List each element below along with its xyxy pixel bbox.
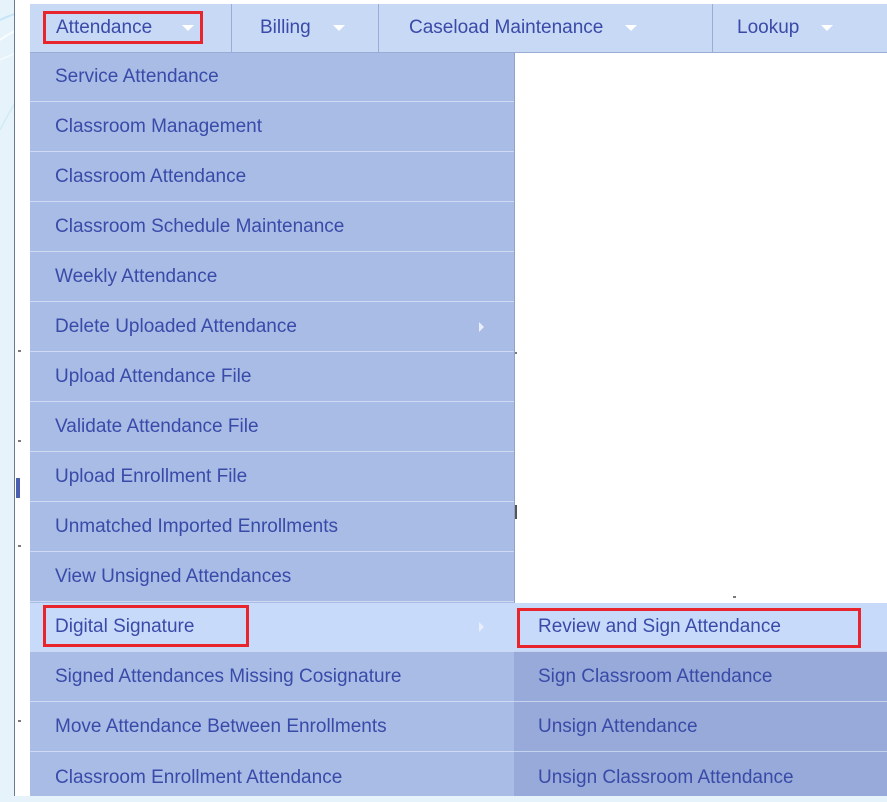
menu-item-validate-attendance-file[interactable]: Validate Attendance File [30, 403, 514, 452]
menu-item-label: Signed Attendances Missing Cosignature [55, 666, 402, 687]
menu-billing[interactable]: Billing [232, 4, 379, 52]
menu-item-label: Classroom Enrollment Attendance [55, 766, 343, 788]
menu-caseload-maintenance-label: Caseload Maintenance [409, 17, 604, 38]
menu-item-label: Review and Sign Attendance [538, 616, 781, 637]
background-artifact [18, 440, 21, 442]
menu-item-label: Weekly Attendance [55, 266, 218, 287]
chevron-down-icon [332, 25, 345, 31]
submenu-item-unsign-classroom-attendance[interactable]: Unsign Classroom Attendance [514, 753, 887, 802]
menu-item-label: Classroom Schedule Maintenance [55, 216, 345, 237]
menu-item-digital-signature[interactable]: Digital Signature [30, 603, 514, 652]
menu-item-classroom-management[interactable]: Classroom Management [30, 103, 514, 152]
menu-item-unmatched-imported-enrollments[interactable]: Unmatched Imported Enrollments [30, 503, 514, 552]
menu-billing-label: Billing [260, 17, 311, 38]
menu-item-label: Unmatched Imported Enrollments [55, 516, 339, 537]
menu-attendance-label: Attendance [56, 17, 153, 38]
background-artifact [18, 350, 21, 352]
menu-item-label: Service Attendance [55, 66, 219, 87]
menu-item-upload-enrollment-file[interactable]: Upload Enrollment File [30, 453, 514, 502]
submenu-item-review-and-sign-attendance[interactable]: Review and Sign Attendance [514, 603, 887, 652]
menu-item-move-attendance-between-enrollments[interactable]: Move Attendance Between Enrollments [30, 703, 514, 752]
menu-item-label: Upload Enrollment File [55, 466, 248, 487]
menu-item-classroom-schedule-maintenance[interactable]: Classroom Schedule Maintenance [30, 203, 514, 252]
menu-item-delete-uploaded-attendance[interactable]: Delete Uploaded Attendance [30, 303, 514, 352]
chevron-down-icon [182, 25, 195, 31]
menu-item-label: Digital Signature [55, 616, 195, 637]
menu-item-label: Unsign Attendance [538, 716, 698, 737]
background-artifact [18, 720, 21, 722]
menu-item-service-attendance[interactable]: Service Attendance [30, 53, 514, 102]
chevron-down-icon [625, 25, 638, 31]
menu-item-label: Sign Classroom Attendance [538, 666, 773, 687]
background-artifact [18, 545, 21, 547]
menu-item-label: Delete Uploaded Attendance [55, 316, 297, 337]
menu-item-signed-attendances-missing-cosignature[interactable]: Signed Attendances Missing Cosignature [30, 653, 514, 702]
submenu-item-unsign-attendance[interactable]: Unsign Attendance [514, 703, 887, 752]
attendance-dropdown-menu: Service Attendance Classroom Management … [30, 53, 515, 796]
menu-lookup-label: Lookup [737, 17, 800, 38]
menu-item-classroom-attendance[interactable]: Classroom Attendance [30, 153, 514, 202]
menu-attendance[interactable]: Attendance [30, 4, 232, 52]
menu-item-weekly-attendance[interactable]: Weekly Attendance [30, 253, 514, 302]
chevron-down-icon [821, 25, 834, 31]
top-menu-bar: Attendance Billing Caseload Maintenance … [30, 4, 887, 53]
menu-item-view-unsigned-attendances[interactable]: View Unsigned Attendances [30, 553, 514, 602]
menu-item-label: Classroom Attendance [55, 166, 247, 187]
menu-lookup[interactable]: Lookup [713, 4, 887, 52]
menu-item-upload-attendance-file[interactable]: Upload Attendance File [30, 353, 514, 402]
menu-item-label: Validate Attendance File [55, 416, 259, 437]
background-artifact [16, 478, 20, 498]
chevron-right-icon [479, 622, 484, 632]
submenu-item-sign-classroom-attendance[interactable]: Sign Classroom Attendance [514, 653, 887, 702]
menu-item-classroom-enrollment-attendance[interactable]: Classroom Enrollment Attendance [30, 753, 514, 802]
menu-item-label: Move Attendance Between Enrollments [55, 716, 387, 737]
background-artifact [733, 596, 736, 598]
menu-item-label: View Unsigned Attendances [55, 566, 292, 587]
menu-item-label: Classroom Management [55, 116, 262, 137]
menu-caseload-maintenance[interactable]: Caseload Maintenance [379, 4, 713, 52]
digital-signature-submenu: Review and Sign Attendance Sign Classroo… [514, 603, 887, 796]
menu-item-label: Upload Attendance File [55, 366, 252, 387]
chevron-right-icon [479, 322, 484, 332]
menu-item-label: Unsign Classroom Attendance [538, 766, 794, 788]
